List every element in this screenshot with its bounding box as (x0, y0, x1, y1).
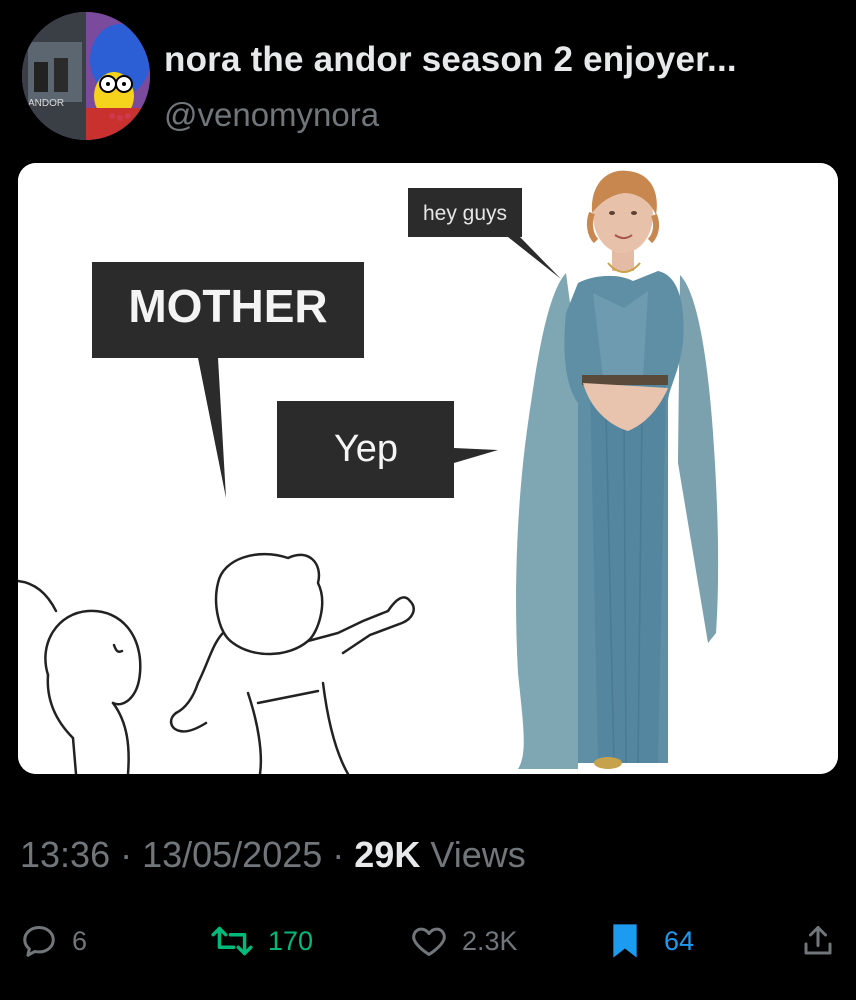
bookmark-button[interactable]: 64 (608, 915, 694, 967)
action-bar: 6 170 2.3K 64 (0, 915, 856, 975)
like-button[interactable]: 2.3K (410, 915, 518, 967)
tweet-media-image[interactable]: hey guys MOTHER Yep (18, 163, 838, 774)
bubble-text-hey: hey guys (423, 202, 507, 225)
tweet-header: ANDOR nora the andor season 2 enjoyer...… (22, 12, 834, 142)
retweet-count: 170 (268, 925, 314, 956)
reply-icon (20, 922, 58, 960)
reply-count: 6 (72, 925, 88, 956)
views-label: Views (420, 834, 526, 875)
views-count: 29K (354, 834, 421, 875)
retweet-button[interactable]: 170 (210, 915, 313, 967)
bubble-text-yep: Yep (334, 428, 398, 470)
tweet-date[interactable]: 13/05/2025 (142, 834, 322, 875)
bubble-text-mother: MOTHER (128, 280, 327, 332)
user-handle[interactable]: @venomynora (164, 96, 379, 134)
meta-separator: · (110, 834, 143, 875)
share-button[interactable] (800, 915, 836, 967)
like-count: 2.3K (462, 925, 518, 956)
avatar[interactable]: ANDOR (22, 12, 150, 140)
reply-button[interactable]: 6 (20, 915, 87, 967)
bookmark-icon (608, 921, 642, 961)
meta-separator: · (322, 834, 355, 875)
display-name[interactable]: nora the andor season 2 enjoyer... (164, 40, 834, 80)
avatar-logo-text: ANDOR (28, 98, 64, 109)
tweet-time[interactable]: 13:36 (20, 834, 110, 875)
share-icon (800, 922, 836, 960)
like-icon (410, 922, 448, 960)
bookmark-count: 64 (664, 925, 695, 956)
tweet-meta: 13:36 · 13/05/2025 · 29K Views (20, 834, 836, 876)
retweet-icon (210, 922, 254, 960)
